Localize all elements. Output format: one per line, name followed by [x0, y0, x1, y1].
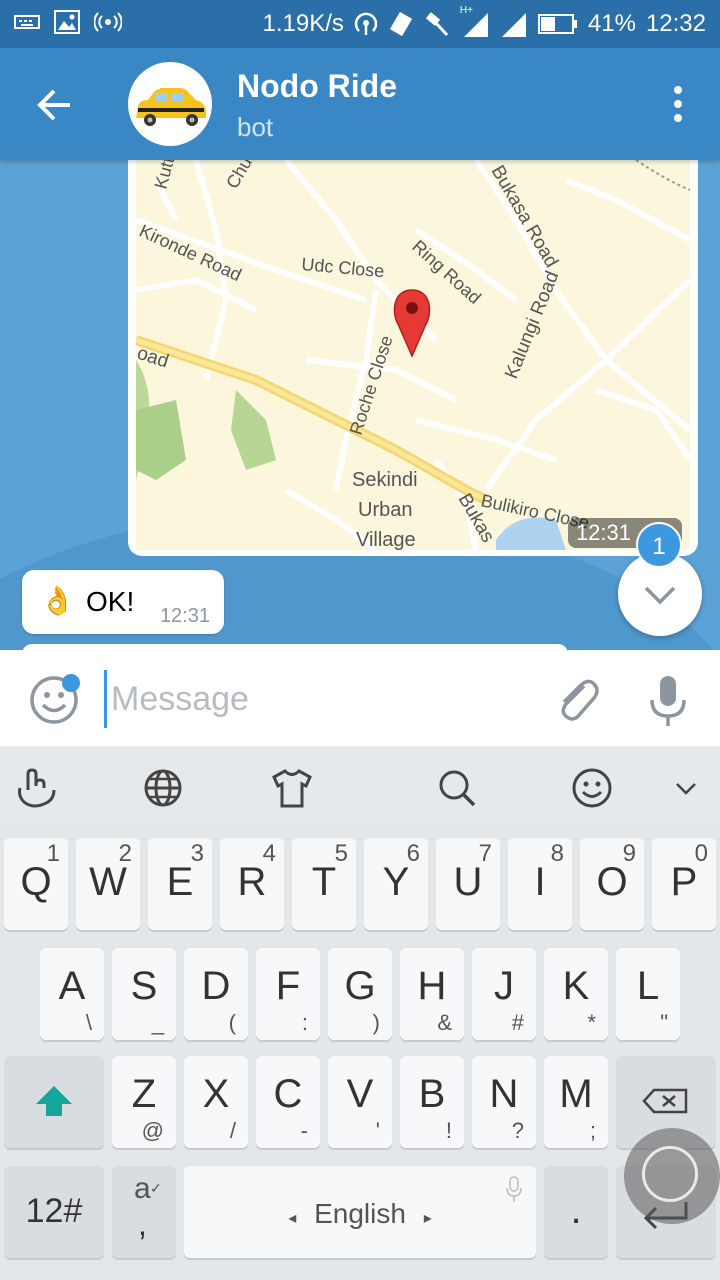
key-n[interactable]: N?	[472, 1056, 536, 1148]
hotspot-icon	[94, 12, 122, 32]
chat-area[interactable]: Kutt Chur Bukasa Road Kironde Road Udc C…	[0, 160, 720, 650]
key-q[interactable]: 1Q	[4, 838, 68, 930]
message-input[interactable]	[104, 670, 533, 728]
check-icon: ✓	[150, 1180, 162, 1196]
key-w[interactable]: 2W	[76, 838, 140, 930]
keyboard-icon	[14, 15, 40, 29]
map-image[interactable]: Kutt Chur Bukasa Road Kironde Road Udc C…	[136, 160, 690, 550]
key-k[interactable]: K *	[544, 948, 608, 1040]
period-key[interactable]: .	[544, 1166, 608, 1258]
key-j[interactable]: J #	[472, 948, 536, 1040]
search-icon[interactable]	[435, 766, 479, 810]
nfc-icon	[354, 12, 378, 35]
clock: 12:32	[645, 10, 706, 37]
shift-key[interactable]	[4, 1056, 104, 1148]
message-bubble[interactable]: 👌 OK! 12:31	[22, 570, 224, 634]
theme-shirt-icon[interactable]	[270, 766, 314, 810]
key-g[interactable]: G)	[328, 948, 392, 1040]
arrow-left-icon: ◂	[288, 1210, 297, 1227]
map-label: Sekindi	[352, 469, 418, 491]
globe-icon[interactable]	[141, 766, 185, 810]
avatar[interactable]	[128, 62, 212, 146]
map-label: Urban	[358, 499, 412, 521]
key-x[interactable]: X /	[184, 1056, 248, 1148]
microphone-icon	[506, 1176, 522, 1202]
key-s[interactable]: S _	[112, 948, 176, 1040]
key-u[interactable]: 7U	[436, 838, 500, 930]
keyboard: 1Q 2W 3E 4R 5T 6Y 7U 8I 9O 0P A \ S _ D( F…	[0, 828, 720, 1280]
key-z[interactable]: Z @	[112, 1056, 176, 1148]
language-punctuation-key[interactable]: a ✓ ,	[112, 1166, 176, 1258]
key-f[interactable]: F:	[256, 948, 320, 1040]
key-v[interactable]: V '	[328, 1056, 392, 1148]
key-p[interactable]: 0P	[652, 838, 716, 930]
microphone-icon[interactable]	[646, 672, 690, 728]
message-composer	[0, 650, 720, 746]
shift-arrow-icon	[36, 1086, 72, 1116]
location-message[interactable]: Kutt Chur Bukasa Road Kironde Road Udc C…	[128, 160, 698, 556]
tool-icon	[425, 12, 448, 37]
chat-header: Nodo Ride bot	[0, 48, 720, 160]
key-o[interactable]: 9O	[580, 838, 644, 930]
key-l[interactable]: L "	[616, 948, 680, 1040]
map-roads: Kutt Chur Bukasa Road Kironde Road Udc C…	[136, 160, 690, 550]
network-speed: 1.19K/s	[262, 10, 344, 37]
mobile-signal-icon: H+	[460, 5, 490, 37]
key-h[interactable]: H &	[400, 948, 464, 1040]
keyboard-toolbar	[0, 746, 720, 829]
emoji-notification-dot	[62, 674, 80, 692]
unread-badge: 1	[636, 522, 682, 568]
space-language-label: English	[314, 1198, 406, 1229]
key-e[interactable]: 3E	[148, 838, 212, 930]
key-m[interactable]: M;	[544, 1056, 608, 1148]
key-d[interactable]: D(	[184, 948, 248, 1040]
status-bar: 1.19K/s H+ 41% 12:32	[0, 0, 720, 48]
image-icon	[54, 10, 80, 34]
taxi-icon	[136, 88, 206, 126]
key-y[interactable]: 6Y	[364, 838, 428, 930]
more-vert-icon[interactable]	[666, 84, 690, 124]
chat-title[interactable]: Nodo Ride	[237, 68, 397, 105]
back-arrow-icon[interactable]	[30, 80, 80, 130]
chevron-down-icon[interactable]	[664, 766, 708, 810]
space-key[interactable]: ◂ English ▸	[184, 1166, 536, 1258]
ok-hand-emoji: 👌	[40, 585, 75, 616]
paperclip-icon[interactable]	[548, 672, 604, 728]
key-t[interactable]: 5T	[292, 838, 356, 930]
numbers-key[interactable]: 12#	[4, 1166, 104, 1258]
key-c[interactable]: C-	[256, 1056, 320, 1148]
message-text: OK!	[86, 586, 135, 617]
battery-percent: 41%	[587, 10, 636, 37]
key-a[interactable]: A \	[40, 948, 104, 1040]
battery-icon	[537, 14, 577, 34]
vibrate-icon	[389, 11, 412, 37]
gesture-icon[interactable]	[14, 766, 58, 810]
key-i[interactable]: 8I	[508, 838, 572, 930]
map-label: Village	[356, 529, 416, 550]
key-r[interactable]: 4R	[220, 838, 284, 930]
message-time: 12:31	[159, 605, 210, 627]
signal-icon	[501, 13, 526, 37]
emoji-icon[interactable]	[570, 766, 614, 810]
assistive-touch-button[interactable]	[624, 1128, 720, 1224]
key-b[interactable]: B!	[400, 1056, 464, 1148]
arrow-right-icon: ▸	[423, 1210, 432, 1227]
chat-subtitle: bot	[237, 112, 274, 142]
